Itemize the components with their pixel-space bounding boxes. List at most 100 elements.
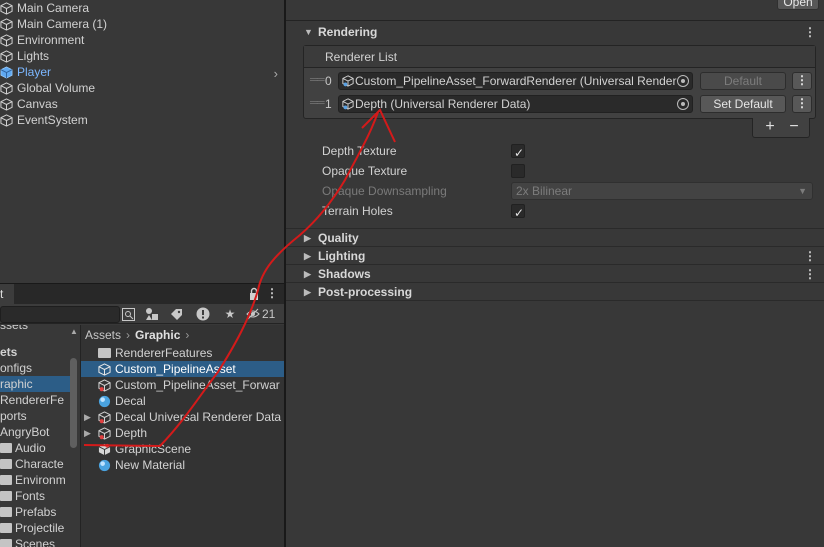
asset-row-forward-renderer[interactable]: Custom_PipelineAsset_Forwar xyxy=(81,377,284,393)
tree-item-label: onfigs xyxy=(0,361,33,375)
asset-row-custom-pipelineasset[interactable]: Custom_PipelineAsset xyxy=(81,361,284,377)
foldout-collapsed-icon: ▶ xyxy=(304,233,311,243)
opaque-texture-checkbox[interactable] xyxy=(511,164,525,178)
scrollbar-thumb[interactable] xyxy=(70,358,77,448)
more-vertical-icon[interactable]: ⋮ xyxy=(804,247,816,265)
filter-by-type-icon[interactable] xyxy=(144,306,160,322)
set-default-button[interactable]: Set Default xyxy=(700,95,786,113)
tree-item-rendererfeatures[interactable]: RendererFe xyxy=(0,392,70,408)
hierarchy-item-eventsystem[interactable]: EventSystem xyxy=(0,112,88,128)
tree-item-graphic[interactable]: raphic xyxy=(0,376,70,392)
lock-icon[interactable] xyxy=(248,287,260,301)
hierarchy-item-label: Main Camera xyxy=(17,1,90,15)
remove-renderer-button[interactable]: − xyxy=(785,118,803,136)
asset-row-depth[interactable]: ▶ Depth xyxy=(81,425,284,441)
asset-label: Decal xyxy=(115,394,146,408)
terrain-holes-checkbox[interactable]: ✓ xyxy=(511,204,525,220)
pipeline-asset-icon xyxy=(98,363,111,376)
breadcrumb-graphic[interactable]: Graphic xyxy=(135,328,180,342)
asset-row-decal[interactable]: Decal xyxy=(81,393,284,409)
warning-icon[interactable] xyxy=(195,306,211,322)
prop-label: Depth Texture xyxy=(322,144,397,158)
open-button[interactable]: Open xyxy=(777,0,819,10)
object-picker-icon[interactable] xyxy=(677,98,689,110)
tree-item-audio[interactable]: Audio xyxy=(0,440,70,456)
more-vertical-icon[interactable]: ⋮ xyxy=(804,265,816,283)
asset-label: New Material xyxy=(115,458,186,472)
renderer-object-field[interactable]: Custom_PipelineAsset_ForwardRenderer (Un… xyxy=(338,72,693,90)
section-label: Rendering xyxy=(318,25,378,39)
renderer-data-icon xyxy=(342,75,354,87)
tree-item-projectile[interactable]: Projectile xyxy=(0,520,70,536)
material-sphere-icon xyxy=(98,459,111,472)
tree-item-label: Scenes xyxy=(15,537,56,547)
asset-row-rendererfeatures[interactable]: RendererFeatures xyxy=(81,345,284,361)
tree-item-label: ssets xyxy=(0,325,29,332)
search-input[interactable] xyxy=(0,306,120,323)
object-picker-icon[interactable] xyxy=(677,75,689,87)
drag-handle-icon[interactable]: ══ xyxy=(310,74,325,86)
foldout-expanded-icon: ▼ xyxy=(304,27,313,37)
hierarchy-item-main-camera[interactable]: Main Camera xyxy=(0,0,89,16)
tree-item-configs[interactable]: onfigs xyxy=(0,360,70,376)
tree-item-prefabs[interactable]: Prefabs xyxy=(0,504,70,520)
tree-item-label: ports xyxy=(0,409,27,423)
hierarchy-item-main-camera-1[interactable]: Main Camera (1) xyxy=(0,16,107,32)
asset-row-graphicscene[interactable]: GraphicScene xyxy=(81,441,284,457)
breadcrumb-assets[interactable]: Assets xyxy=(85,328,121,342)
foldout-arrow-icon[interactable]: ▶ xyxy=(84,409,91,425)
section-shadows[interactable]: ▶ Shadows ⋮ xyxy=(286,265,824,283)
hierarchy-item-label: Main Camera (1) xyxy=(17,17,108,31)
hierarchy-item-canvas[interactable]: Canvas xyxy=(0,96,58,112)
star-icon[interactable]: ★ xyxy=(222,306,238,322)
tree-item-angrybot[interactable]: AngryBot xyxy=(0,424,70,440)
chevron-right-icon[interactable]: › xyxy=(274,66,278,81)
hierarchy-item-global-volume[interactable]: Global Volume xyxy=(0,80,95,96)
renderer-data-icon xyxy=(98,427,111,440)
tree-scrollbar[interactable] xyxy=(69,338,78,547)
tree-item-fonts[interactable]: Fonts xyxy=(0,488,70,504)
scroll-up-arrow-icon[interactable]: ▲ xyxy=(70,327,78,336)
tree-item-label: Characte xyxy=(15,457,64,471)
renderer-object-field[interactable]: Depth (Universal Renderer Data) xyxy=(338,95,693,113)
tree-item-imports[interactable]: ports xyxy=(0,408,70,424)
tree-item-label: Environm xyxy=(15,473,66,487)
tree-item-scenes[interactable]: Scenes xyxy=(0,536,70,547)
section-rendering[interactable]: ▼ Rendering ⋮ xyxy=(286,23,824,41)
section-lighting[interactable]: ▶ Lighting ⋮ xyxy=(286,247,824,265)
tree-item-label: Prefabs xyxy=(15,505,57,519)
asset-row-decal-renderer-data[interactable]: ▶ Decal Universal Renderer Data xyxy=(81,409,284,425)
prop-label: Opaque Texture xyxy=(322,164,408,178)
renderer-object-value: Depth (Universal Renderer Data) xyxy=(355,97,531,111)
section-label: Shadows xyxy=(318,267,371,281)
depth-texture-checkbox[interactable]: ✓ xyxy=(511,144,525,160)
more-vertical-icon[interactable]: ⋮ xyxy=(792,95,812,113)
section-quality[interactable]: ▶ Quality xyxy=(286,229,824,247)
project-toolbar: ★ 21 xyxy=(0,304,284,324)
eye-hidden-icon[interactable] xyxy=(246,306,260,322)
more-vertical-icon[interactable]: ⋮ xyxy=(266,286,278,300)
foldout-arrow-icon[interactable]: ▶ xyxy=(84,425,91,441)
material-sphere-icon xyxy=(98,395,111,408)
section-post-processing[interactable]: ▶ Post-processing xyxy=(286,283,824,301)
folder-icon xyxy=(0,507,12,517)
tree-item-characters[interactable]: Characte xyxy=(0,456,70,472)
tree-item-assets[interactable]: ets xyxy=(0,344,70,360)
tree-item-environment[interactable]: Environm xyxy=(0,472,70,488)
tab-project[interactable]: t xyxy=(0,284,14,304)
search-by-type-icon[interactable] xyxy=(120,306,136,322)
foldout-collapsed-icon: ▶ xyxy=(304,251,311,261)
asset-row-new-material[interactable]: New Material xyxy=(81,457,284,473)
gameobject-cube-icon xyxy=(0,113,13,127)
drag-handle-icon[interactable]: ══ xyxy=(310,97,325,109)
hierarchy-item-lights[interactable]: Lights xyxy=(0,48,49,64)
more-vertical-icon[interactable]: ⋮ xyxy=(792,72,812,90)
tree-item[interactable]: ssets xyxy=(0,325,70,333)
hierarchy-item-label: EventSystem xyxy=(17,113,88,127)
add-renderer-button[interactable]: + xyxy=(761,118,779,136)
hierarchy-item-player[interactable]: Player xyxy=(0,64,51,80)
hierarchy-item-environment[interactable]: Environment xyxy=(0,32,84,48)
more-vertical-icon[interactable]: ⋮ xyxy=(804,23,816,41)
label-tag-icon[interactable] xyxy=(168,306,184,322)
tree-item-label: ets xyxy=(0,345,18,359)
